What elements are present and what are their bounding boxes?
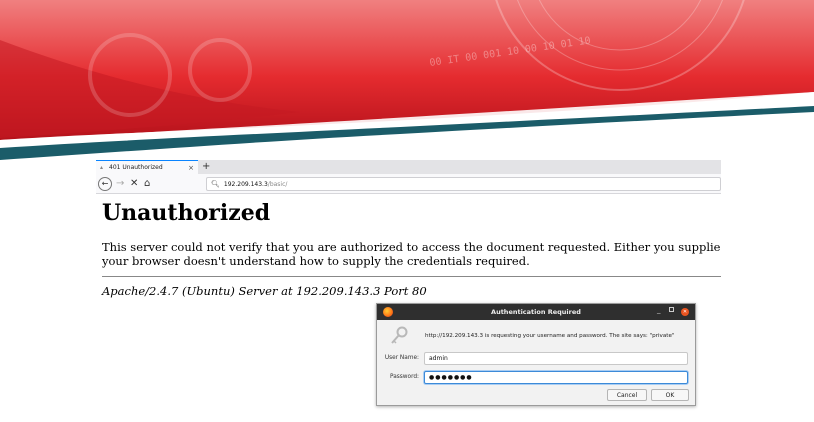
tab-close-button[interactable]: × <box>188 164 194 172</box>
page-title: Unauthorized <box>102 200 271 226</box>
username-field[interactable]: admin <box>424 352 688 365</box>
maximize-button[interactable] <box>669 307 674 312</box>
search-icon: 🔍︎ <box>211 180 220 188</box>
url-path: /basic/ <box>267 180 288 188</box>
home-button[interactable]: ⌂ <box>144 177 150 191</box>
tab-title: 401 Unauthorized <box>109 164 163 171</box>
dialog-message: http://192.209.143.3 is requesting your … <box>425 333 675 339</box>
tab-bar: ▴ 401 Unauthorized × + <box>96 160 721 174</box>
close-icon: ✕ <box>682 308 688 315</box>
stop-button[interactable]: ✕ <box>130 177 138 191</box>
dialog-title: Authentication Required <box>491 308 581 316</box>
key-icon <box>391 326 408 344</box>
address-bar[interactable]: 🔍︎ 192.209.143.3 /basic/ <box>206 177 721 191</box>
error-message-line: your browser doesn't understand how to s… <box>102 254 530 268</box>
decorative-banner: 00 IT 00 001 10 00 10 01 10 <box>0 0 814 180</box>
navigation-bar: ← → ✕ ⌂ 🔍︎ 192.209.143.3 /basic/ <box>96 174 721 194</box>
password-field[interactable]: ●●●●●●● <box>424 371 688 384</box>
browser-tab[interactable]: ▴ 401 Unauthorized × <box>96 160 198 174</box>
forward-button[interactable]: → <box>116 177 124 191</box>
ok-button[interactable]: OK <box>651 389 689 401</box>
error-message-line: This server could not verify that you ar… <box>102 240 721 254</box>
tab-favicon-icon: ▴ <box>100 164 104 171</box>
back-button[interactable]: ← <box>98 177 112 191</box>
url-host: 192.209.143.3 <box>223 180 268 188</box>
authentication-dialog: Authentication Required _ ✕ http://192.2… <box>376 303 696 406</box>
firefox-icon <box>383 307 393 317</box>
cancel-button[interactable]: Cancel <box>607 389 647 401</box>
password-label: Password: <box>389 374 419 380</box>
server-signature: Apache/2.4.7 (Ubuntu) Server at 192.209.… <box>102 284 427 298</box>
minimize-button[interactable]: _ <box>657 306 661 314</box>
close-button[interactable]: ✕ <box>681 308 689 316</box>
username-label: User Name: <box>384 355 419 361</box>
horizontal-rule <box>102 276 721 277</box>
new-tab-button[interactable]: + <box>202 160 210 173</box>
dialog-titlebar[interactable]: Authentication Required _ ✕ <box>377 304 695 320</box>
error-message: This server could not verify that you ar… <box>102 240 721 268</box>
